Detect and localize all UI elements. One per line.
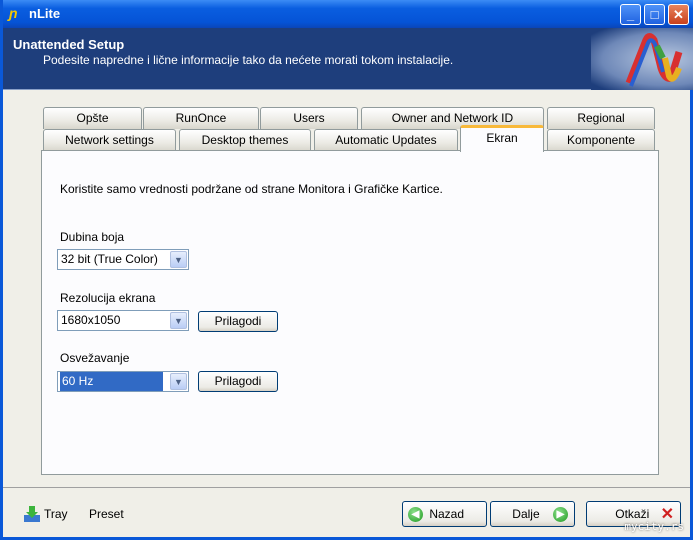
tab-network-settings[interactable]: Network settings	[43, 129, 176, 151]
arrow-left-icon: ◀	[408, 507, 423, 523]
tab-desktop-themes[interactable]: Desktop themes	[179, 129, 311, 151]
refresh-select[interactable]: 60 Hz ▼	[57, 371, 189, 392]
refresh-label: Osvežavanje	[60, 351, 130, 365]
window-title: nLite	[29, 6, 61, 21]
chevron-down-icon[interactable]: ▼	[170, 373, 187, 390]
color-depth-label: Dubina boja	[60, 230, 125, 244]
arrow-right-icon: ▶	[553, 507, 568, 523]
title-bar: ɲ nLite _ □ ✕	[3, 0, 693, 28]
tray-button[interactable]: Tray	[23, 505, 73, 523]
tab-ekran[interactable]: Ekran	[460, 125, 544, 152]
nlite-window: ɲ nLite _ □ ✕ Unattended Setup Podesite …	[0, 0, 693, 540]
nlite-logo-icon	[591, 28, 693, 90]
resolution-label: Rezolucija ekrana	[60, 291, 156, 305]
resolution-adjust-button[interactable]: Prilagodi	[198, 311, 278, 332]
tab-opste[interactable]: Opšte	[43, 107, 142, 129]
back-button[interactable]: ◀ Nazad	[402, 501, 487, 527]
chevron-down-icon[interactable]: ▼	[170, 312, 187, 329]
chevron-down-icon[interactable]: ▼	[170, 251, 187, 268]
close-button[interactable]: ✕	[668, 4, 689, 25]
tab-komponente[interactable]: Komponente	[547, 129, 655, 151]
nlite-app-icon: ɲ	[9, 5, 18, 21]
tab-automatic-updates[interactable]: Automatic Updates	[314, 129, 458, 151]
page-header: Unattended Setup Podesite napredne i lič…	[3, 28, 693, 90]
ekran-panel: Koristite samo vrednosti podržane od str…	[41, 150, 659, 475]
resolution-select[interactable]: 1680x1050 ▼	[57, 310, 189, 331]
info-text: Koristite samo vrednosti podržane od str…	[60, 182, 443, 196]
watermark: mycity.rs	[624, 520, 684, 533]
tray-download-icon	[24, 506, 40, 522]
tab-runonce[interactable]: RunOnce	[143, 107, 259, 129]
page-title: Unattended Setup	[13, 37, 125, 52]
color-depth-select[interactable]: 32 bit (True Color) ▼	[57, 249, 189, 270]
page-subtitle: Podesite napredne i lične informacije ta…	[43, 53, 454, 67]
tab-users[interactable]: Users	[260, 107, 358, 129]
next-button[interactable]: Dalje ▶	[490, 501, 575, 527]
preset-button[interactable]: Preset	[89, 507, 124, 521]
maximize-button[interactable]: □	[644, 4, 665, 25]
footer-divider	[3, 487, 690, 488]
minimize-button[interactable]: _	[620, 4, 641, 25]
refresh-adjust-button[interactable]: Prilagodi	[198, 371, 278, 392]
tab-regional[interactable]: Regional	[547, 107, 655, 129]
